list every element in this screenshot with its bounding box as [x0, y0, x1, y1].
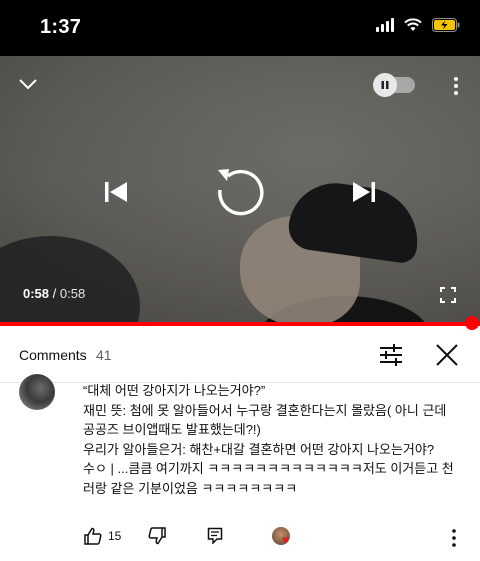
- comment-line: 공공즈 브이앱때도 발표했는데?!): [83, 422, 261, 437]
- comments-title: Comments: [19, 347, 87, 363]
- cellular-signal-icon: [376, 18, 394, 32]
- heart-icon: ♥: [282, 533, 290, 547]
- fullscreen-icon: [440, 287, 456, 303]
- sort-filter-button[interactable]: [378, 342, 404, 368]
- skip-previous-icon: [105, 182, 127, 202]
- comment-line: 재민 뜻: 첨에 못 알아들어서 누구랑 결혼한다는지 몰랐음( 아니 근데: [83, 402, 447, 418]
- like-count: 15: [108, 529, 122, 543]
- status-time: 1:37: [40, 16, 82, 38]
- skip-next-icon: [353, 182, 375, 202]
- comment-line: “대체 어떤 강아지가 나오는거야?”: [83, 383, 266, 398]
- autoplay-toggle[interactable]: [373, 73, 417, 97]
- video-player[interactable]: 0:58 / 0:58: [0, 56, 480, 324]
- status-icons: [376, 18, 460, 32]
- comment-more-button[interactable]: [452, 527, 466, 549]
- comment-body: “대체 어떤 강아지가 나오는거야?” 재민 뜻: 첨에 못 알아들어서 누구랑…: [83, 381, 463, 498]
- commenter-avatar[interactable]: [19, 374, 55, 410]
- total-time: 0:58: [59, 286, 86, 301]
- next-button[interactable]: [348, 176, 380, 208]
- time-separator: /: [49, 286, 60, 301]
- replay-button[interactable]: [211, 163, 269, 221]
- pause-icon: [373, 73, 397, 97]
- player-more-button[interactable]: [446, 72, 466, 100]
- comment-actions: 15 ♥: [0, 524, 480, 554]
- thumb-up-icon: [84, 527, 102, 545]
- creator-heart-icon: ♥: [272, 527, 298, 549]
- time-readout: 0:58 / 0:58: [23, 286, 85, 301]
- like-button[interactable]: 15: [84, 527, 121, 545]
- reply-icon: [207, 527, 223, 544]
- status-bar: 1:37: [0, 0, 480, 56]
- fullscreen-button[interactable]: [437, 284, 459, 306]
- comments-count: 41: [96, 347, 112, 363]
- wifi-icon: [404, 18, 422, 31]
- more-vert-icon: [452, 529, 456, 547]
- battery-charging-icon: [432, 18, 460, 32]
- previous-button[interactable]: [100, 176, 132, 208]
- comment-line: 우리가 알아들은거: 해찬+대갈 결혼하면 어떤 강아지 나오는거야?: [83, 441, 435, 457]
- current-time: 0:58: [23, 286, 50, 301]
- collapse-button[interactable]: [14, 70, 42, 98]
- comments-header: Comments 41: [0, 330, 480, 376]
- chevron-down-icon: [19, 79, 37, 90]
- reply-button[interactable]: [207, 527, 223, 544]
- thumb-down-icon: [148, 527, 166, 545]
- autoplay-toggle-track: [373, 73, 415, 97]
- dislike-button[interactable]: [148, 527, 166, 545]
- progress-bar[interactable]: [0, 322, 480, 326]
- progress-scrubber[interactable]: [465, 316, 479, 330]
- more-vert-icon: [454, 77, 458, 95]
- replay-icon: [218, 169, 264, 216]
- close-icon: [436, 344, 458, 366]
- comment-line: 수ㅇ | ...큼큼 여기까지 ㅋㅋㅋㅋㅋㅋㅋㅋㅋㅋㅋㅋㅋ저도 이거듣고 천: [83, 461, 454, 476]
- comment-line: 러랑 같은 기분이었음 ㅋㅋㅋㅋㅋㅋㅋㅋ: [83, 480, 298, 496]
- close-comments-button[interactable]: [434, 342, 460, 368]
- filter-icon: [380, 344, 402, 366]
